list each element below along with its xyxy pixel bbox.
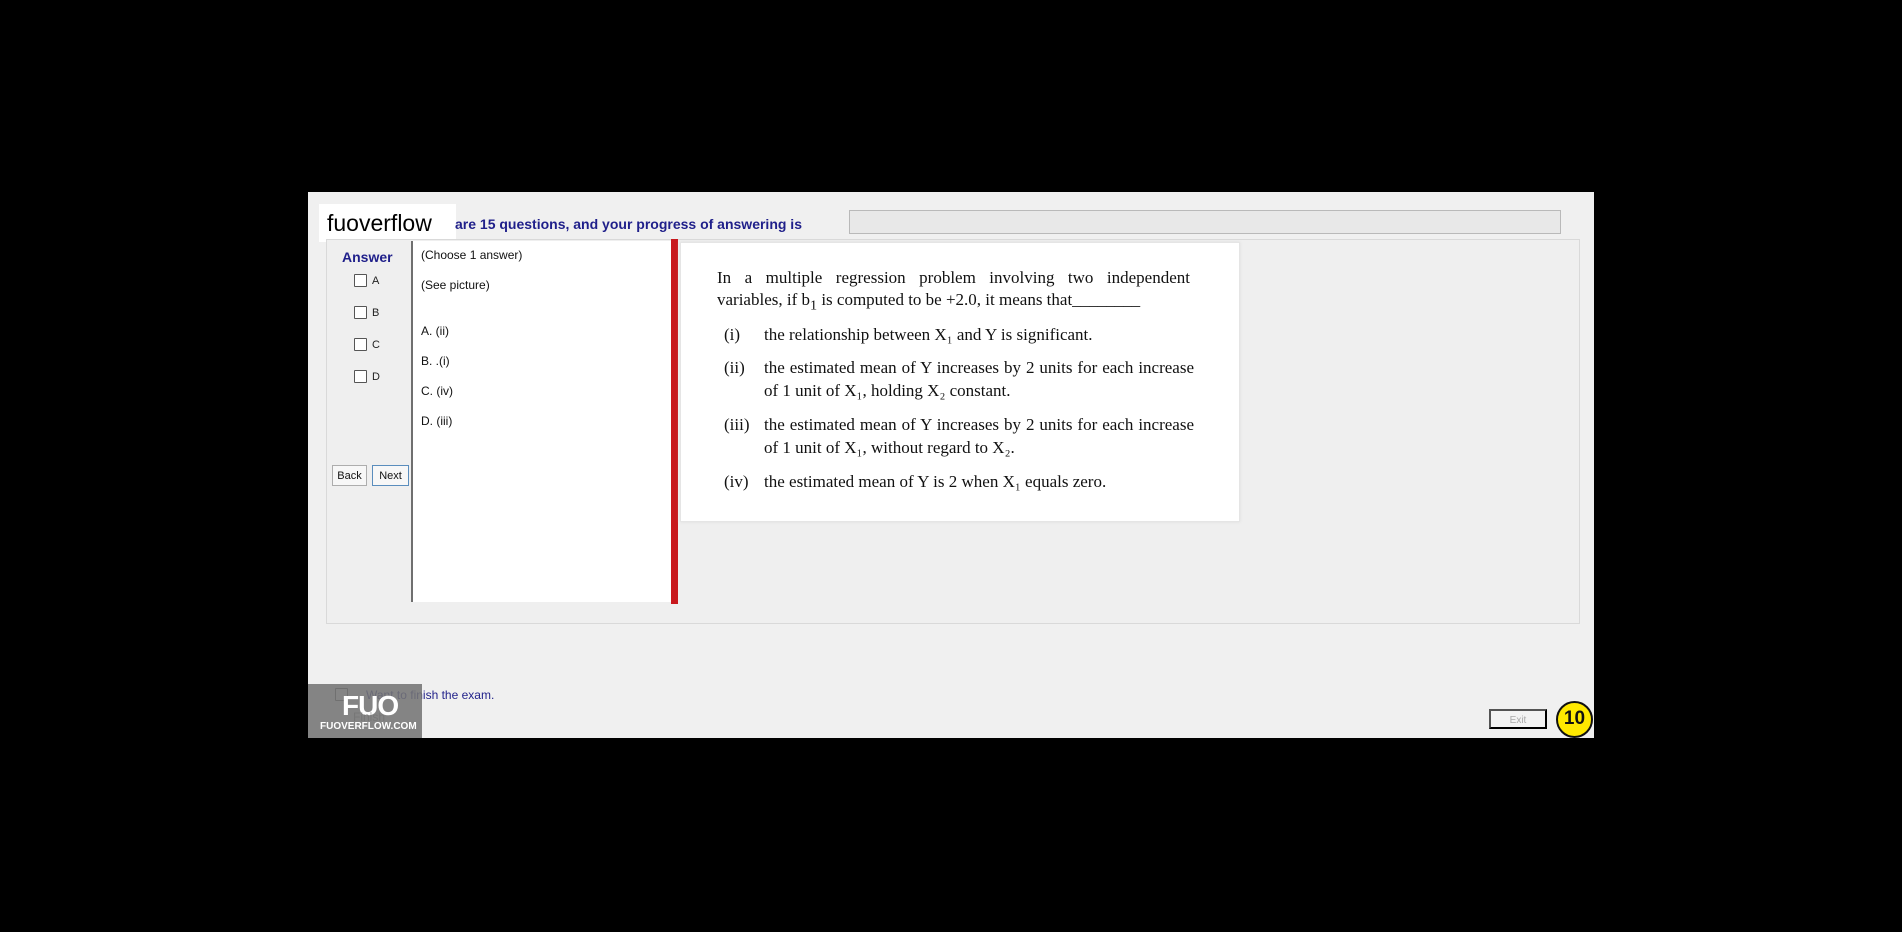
exit-button[interactable]: Exit — [1489, 709, 1547, 729]
statement-i: (i) the relationship between X₁ and Y is… — [724, 323, 1194, 346]
back-button[interactable]: Back — [332, 465, 367, 486]
statement-iii-number: (iii) — [724, 415, 750, 434]
see-picture-note: (See picture) — [421, 278, 490, 292]
answer-d-label: D — [372, 370, 380, 383]
statement-i-text: the relationship between X₁ and Y is sig… — [764, 325, 1093, 344]
question-prompt: In a multiple regression problem involvi… — [717, 268, 1190, 314]
answer-option-b[interactable]: B — [354, 306, 379, 319]
choice-c: C. (iv) — [421, 384, 453, 398]
statement-ii-number: (ii) — [724, 358, 745, 377]
answer-a-checkbox[interactable] — [354, 274, 367, 287]
statement-iii: (iii) the estimated mean of Y increases … — [724, 413, 1194, 459]
answer-option-a[interactable]: A — [354, 274, 379, 287]
answer-choices-panel: (Choose 1 answer) (See picture) A. (ii) … — [411, 241, 674, 602]
answer-option-c[interactable]: C — [354, 338, 380, 351]
statement-iv: (iv) the estimated mean of Y is 2 when X… — [724, 470, 1194, 493]
progress-message: are 15 questions, and your progress of a… — [455, 216, 802, 232]
statement-ii-text: the estimated mean of Y increases by 2 u… — [764, 358, 1194, 400]
answer-b-checkbox[interactable] — [354, 306, 367, 319]
answer-d-checkbox[interactable] — [354, 370, 367, 383]
answer-a-label: A — [372, 274, 380, 287]
statement-iii-text: the estimated mean of Y increases by 2 u… — [764, 415, 1194, 457]
choice-b: B. .(i) — [421, 354, 450, 368]
brand-label: fuoverflow — [319, 204, 456, 242]
answer-c-label: C — [372, 338, 380, 351]
question-image: In a multiple regression problem involvi… — [680, 242, 1240, 522]
next-button[interactable]: Next — [372, 465, 409, 486]
answer-b-label: B — [372, 306, 380, 319]
statement-iv-text: the estimated mean of Y is 2 when X₁ equ… — [764, 472, 1107, 491]
answer-c-checkbox[interactable] — [354, 338, 367, 351]
choice-d: D. (iii) — [421, 414, 453, 428]
question-count-badge: 10 — [1556, 701, 1593, 738]
statement-i-number: (i) — [724, 325, 741, 344]
statement-ii: (ii) the estimated mean of Y increases b… — [724, 356, 1194, 402]
choice-a: A. (ii) — [421, 324, 449, 338]
statement-iv-number: (iv) — [724, 472, 749, 491]
choose-instruction: (Choose 1 answer) — [421, 248, 523, 262]
answer-title: Answer — [342, 249, 393, 265]
red-divider — [671, 239, 678, 604]
answer-option-d[interactable]: D — [354, 370, 380, 383]
progress-bar — [849, 210, 1561, 234]
finish-button[interactable]: Finish — [353, 710, 385, 724]
exam-window: fuoverflow are 15 questions, and your pr… — [308, 192, 1594, 738]
